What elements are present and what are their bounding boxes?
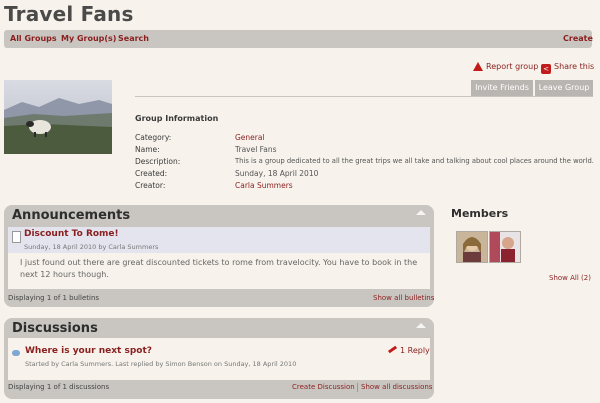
link-separator bbox=[357, 383, 358, 392]
member-avatar[interactable] bbox=[489, 231, 521, 263]
group-info-heading: Group Information bbox=[135, 114, 219, 123]
member-avatar[interactable] bbox=[456, 231, 488, 263]
bulletin-header: Discount To Rome! Sunday, 18 April 2010 … bbox=[8, 227, 430, 253]
info-label: Category: bbox=[135, 133, 172, 142]
category-link[interactable]: General bbox=[235, 133, 265, 142]
discussion-meta: Started by Carla Summers. Last replied b… bbox=[25, 360, 297, 368]
document-icon bbox=[12, 231, 21, 243]
collapse-icon[interactable] bbox=[416, 323, 426, 328]
pencil-icon bbox=[387, 345, 398, 354]
collapse-icon[interactable] bbox=[416, 210, 426, 215]
bulletin-title-link[interactable]: Discount To Rome! bbox=[24, 229, 119, 239]
discussions-content bbox=[8, 338, 430, 380]
top-nav-bar: All Groups My Group(s) Search Create bbox=[4, 30, 593, 48]
show-all-members-link[interactable]: Show All (2) bbox=[549, 274, 591, 282]
nav-my-groups-link[interactable]: My Group(s) bbox=[61, 34, 116, 43]
share-link[interactable]: < Share this bbox=[541, 62, 594, 74]
info-label: Creator: bbox=[135, 181, 166, 190]
share-icon: < bbox=[541, 64, 551, 74]
warning-icon bbox=[473, 62, 483, 71]
info-label: Name: bbox=[135, 145, 160, 154]
page-title: Travel Fans bbox=[4, 2, 134, 26]
report-group-link[interactable]: Report group bbox=[473, 62, 538, 71]
bulletin-body: I just found out there are great discoun… bbox=[20, 258, 418, 279]
show-all-discussions-link[interactable]: Show all discussions bbox=[361, 383, 432, 391]
discussions-panel: Discussions Where is your next spot? Sta… bbox=[4, 318, 434, 399]
discussions-title: Discussions bbox=[12, 321, 98, 336]
report-group-label: Report group bbox=[486, 62, 539, 71]
discussions-count: Displaying 1 of 1 discussions bbox=[8, 383, 110, 391]
reply-count-label: 1 Reply bbox=[400, 346, 430, 355]
info-value: Travel Fans bbox=[235, 145, 277, 154]
nav-all-groups-link[interactable]: All Groups bbox=[10, 34, 57, 43]
info-label: Created: bbox=[135, 169, 168, 178]
share-label: Share this bbox=[554, 62, 595, 71]
bulletin-meta: Sunday, 18 April 2010 by Carla Summers bbox=[24, 243, 159, 251]
leave-group-button[interactable]: Leave Group bbox=[535, 80, 593, 96]
divider bbox=[135, 96, 593, 97]
creator-link[interactable]: Carla Summers bbox=[235, 181, 293, 190]
announcements-title: Announcements bbox=[12, 208, 131, 223]
announcements-content: Discount To Rome! Sunday, 18 April 2010 … bbox=[8, 227, 430, 289]
info-value: This is a group dedicated to all the gre… bbox=[235, 157, 594, 165]
invite-friends-button[interactable]: Invite Friends bbox=[471, 80, 533, 96]
discussion-title-link[interactable]: Where is your next spot? bbox=[25, 346, 152, 356]
info-value: Sunday, 18 April 2010 bbox=[235, 169, 319, 178]
members-title: Members bbox=[451, 207, 509, 220]
nav-create-link[interactable]: Create bbox=[563, 34, 593, 43]
show-all-bulletins-link[interactable]: Show all bulletins bbox=[373, 294, 434, 302]
speech-bubble-icon bbox=[12, 350, 20, 356]
reply-count-link[interactable]: 1 Reply bbox=[387, 345, 430, 355]
group-photo bbox=[4, 80, 112, 154]
nav-search-link[interactable]: Search bbox=[118, 34, 149, 43]
info-label: Description: bbox=[135, 157, 181, 166]
bulletins-count: Displaying 1 of 1 bulletins bbox=[8, 294, 100, 302]
announcements-panel: Announcements Discount To Rome! Sunday, … bbox=[4, 205, 434, 307]
create-discussion-link[interactable]: Create Discussion bbox=[292, 383, 355, 391]
